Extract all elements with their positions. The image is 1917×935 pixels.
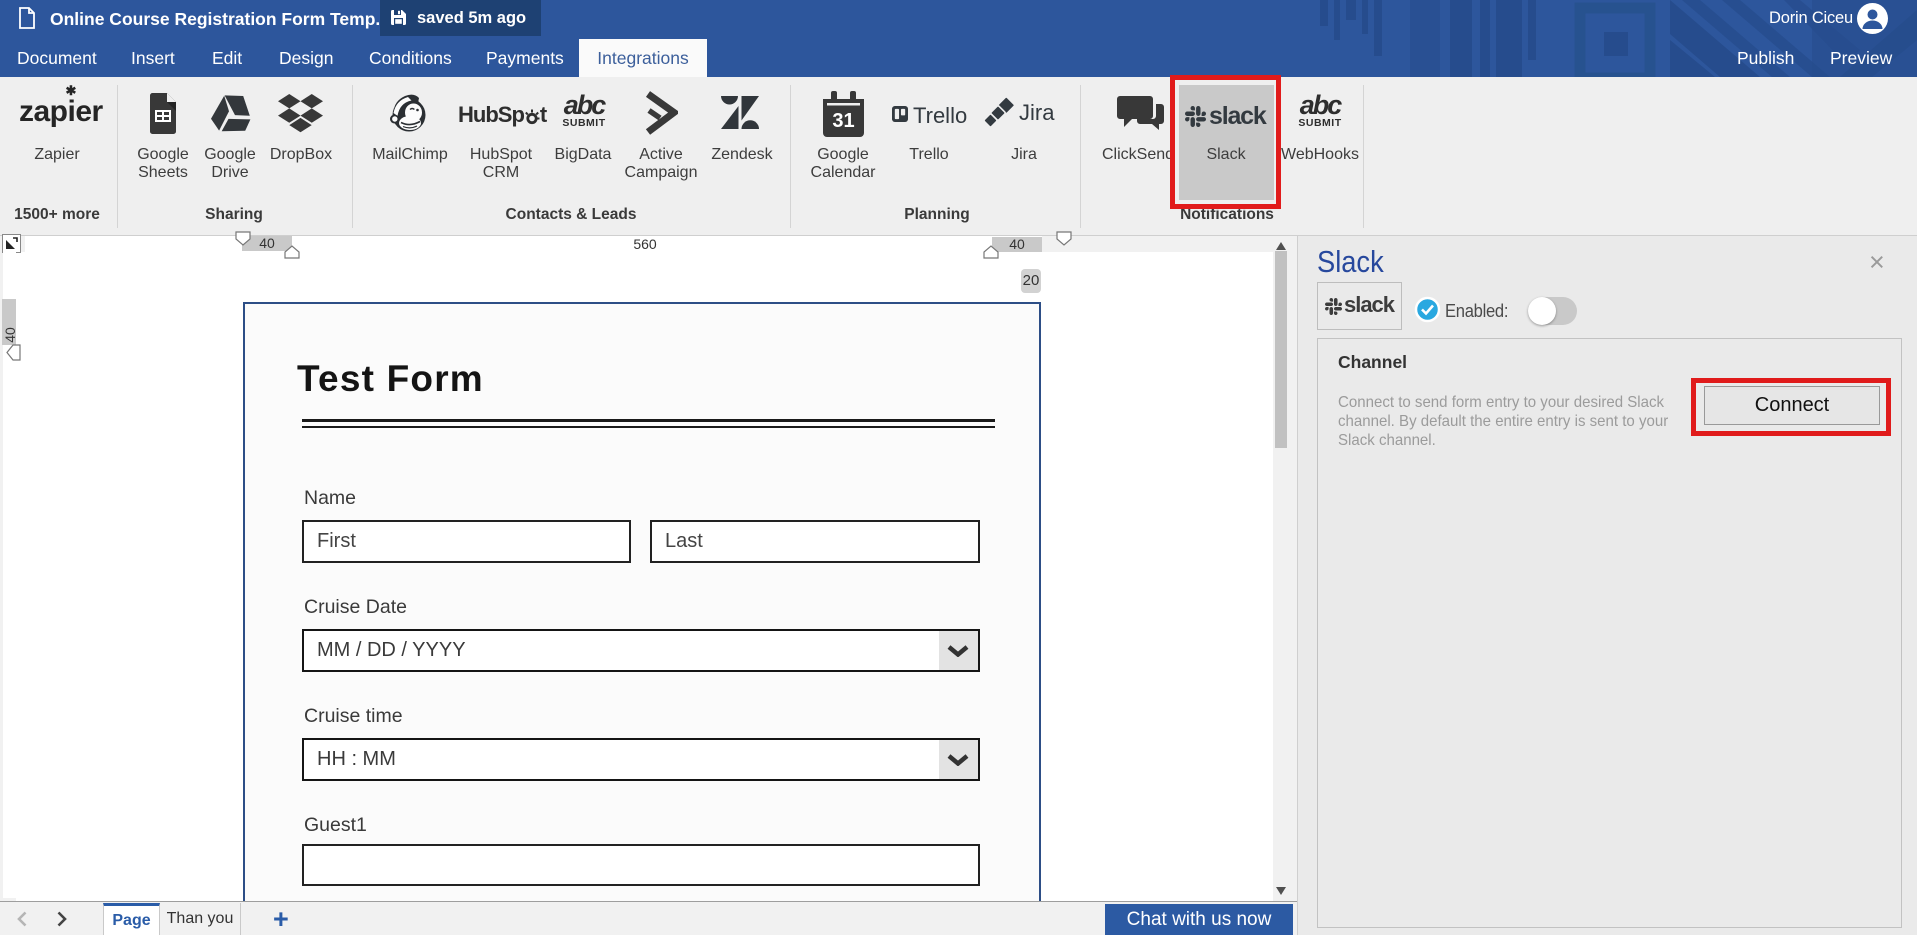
svg-text:31: 31 <box>832 110 854 132</box>
